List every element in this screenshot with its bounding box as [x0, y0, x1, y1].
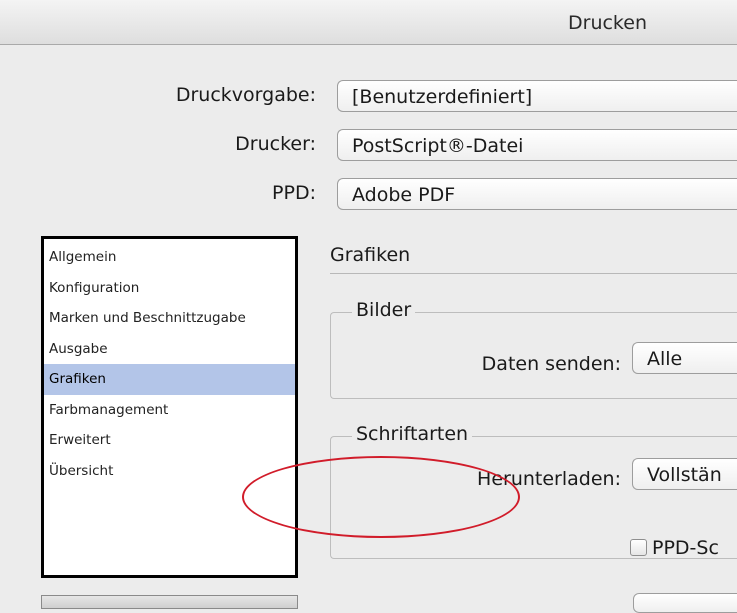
sidebar-item-konfiguration[interactable]: Konfiguration — [44, 273, 295, 304]
printer-popup[interactable]: PostScript®-Datei — [337, 129, 737, 161]
ppd-fonts-checkbox[interactable] — [630, 539, 647, 556]
sidebar-item-marken[interactable]: Marken und Beschnittzugabe — [44, 303, 295, 334]
fonts-group-title: Schriftarten — [352, 423, 473, 445]
title-bar: Drucken — [0, 0, 737, 45]
category-list[interactable]: Allgemein Konfiguration Marken und Besch… — [41, 236, 298, 578]
download-label: Herunterladen: — [477, 468, 621, 490]
ppd-popup[interactable]: Adobe PDF — [337, 178, 737, 210]
preset-label: Druckvorgabe: — [175, 84, 316, 106]
sidebar-item-ausgabe[interactable]: Ausgabe — [44, 334, 295, 365]
download-popup[interactable]: Vollstän — [632, 458, 737, 490]
window-title: Drucken — [568, 12, 647, 34]
section-divider — [330, 273, 737, 274]
send-data-popup[interactable]: Alle — [632, 342, 737, 374]
bottom-button[interactable] — [41, 595, 298, 609]
bottom-popup[interactable] — [633, 593, 737, 613]
sidebar-item-farbmanagement[interactable]: Farbmanagement — [44, 395, 295, 426]
preset-popup[interactable]: [Benutzerdefiniert] — [337, 80, 737, 112]
send-data-label: Daten senden: — [481, 353, 621, 375]
sidebar-item-allgemein[interactable]: Allgemein — [44, 242, 295, 273]
ppd-label: PPD: — [272, 182, 316, 204]
printer-label: Drucker: — [235, 133, 316, 155]
ppd-fonts-checkbox-label[interactable]: PPD-Sc — [652, 537, 719, 559]
sidebar-item-grafiken[interactable]: Grafiken — [44, 364, 295, 395]
section-title: Grafiken — [330, 244, 411, 266]
sidebar-item-uebersicht[interactable]: Übersicht — [44, 456, 295, 487]
sidebar-item-erweitert[interactable]: Erweitert — [44, 425, 295, 456]
images-group-title: Bilder — [352, 299, 416, 321]
